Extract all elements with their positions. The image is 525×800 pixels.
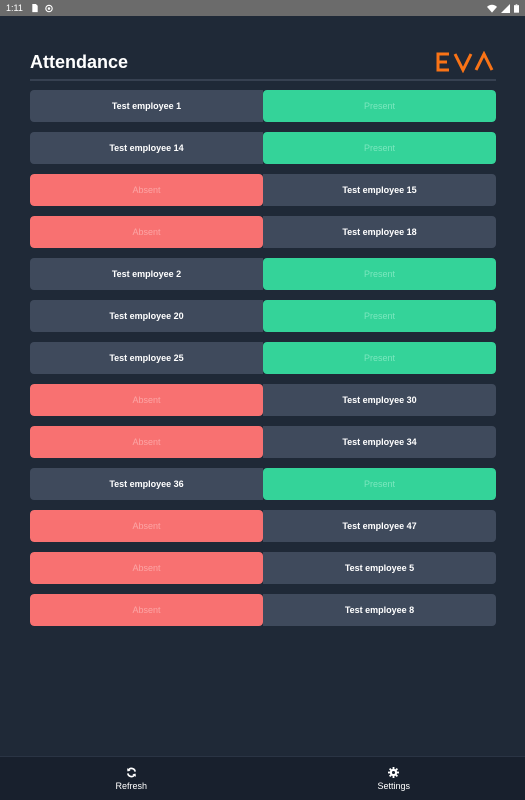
attendance-row[interactable]: Test employee 1 Present <box>30 90 496 122</box>
present-status[interactable]: Present <box>263 468 496 500</box>
employee-name: Test employee 18 <box>263 216 496 248</box>
header: Attendance <box>30 44 496 80</box>
absent-status[interactable]: Absent <box>30 384 263 416</box>
attendance-row[interactable]: Absent Test employee 5 <box>30 552 496 584</box>
refresh-label: Refresh <box>115 780 147 791</box>
refresh-icon <box>126 767 136 777</box>
app-screen: Attendance Test employee 1 Present Test em… <box>0 16 525 756</box>
employee-name: Test employee 15 <box>263 174 496 206</box>
employee-name: Test employee 8 <box>263 594 496 626</box>
bottom-navigation: Refresh Settings <box>0 756 525 800</box>
eva-logo <box>436 51 494 73</box>
status-right-icons <box>487 3 519 13</box>
present-status[interactable]: Present <box>263 300 496 332</box>
employee-name: Test employee 47 <box>263 510 496 542</box>
wifi-icon <box>487 4 497 13</box>
absent-status[interactable]: Absent <box>30 510 263 542</box>
employee-name: Test employee 20 <box>30 300 263 332</box>
attendance-row[interactable]: Absent Test employee 34 <box>30 426 496 458</box>
absent-status[interactable]: Absent <box>30 174 263 206</box>
attendance-row[interactable]: Test employee 14 Present <box>30 132 496 164</box>
attendance-row[interactable]: Test employee 25 Present <box>30 342 496 374</box>
absent-status[interactable]: Absent <box>30 216 263 248</box>
employee-name: Test employee 1 <box>30 90 263 122</box>
status-time: 1:11 <box>6 3 23 13</box>
employee-name: Test employee 36 <box>30 468 263 500</box>
settings-label: Settings <box>377 780 411 791</box>
attendance-row[interactable]: Absent Test employee 47 <box>30 510 496 542</box>
attendance-list: Test employee 1 Present Test employee 14 Pr… <box>30 90 496 636</box>
attendance-row[interactable]: Absent Test employee 30 <box>30 384 496 416</box>
settings-button[interactable]: Settings <box>263 757 525 800</box>
header-divider <box>30 79 496 81</box>
absent-status[interactable]: Absent <box>30 594 263 626</box>
employee-name: Test employee 34 <box>263 426 496 458</box>
status-bar: 1:11 <box>0 0 525 16</box>
employee-name: Test employee 25 <box>30 342 263 374</box>
signal-icon <box>501 3 510 13</box>
employee-name: Test employee 5 <box>263 552 496 584</box>
attendance-row[interactable]: Test employee 2 Present <box>30 258 496 290</box>
attendance-row[interactable]: Absent Test employee 18 <box>30 216 496 248</box>
present-status[interactable]: Present <box>263 90 496 122</box>
attendance-row[interactable]: Absent Test employee 8 <box>30 594 496 626</box>
employee-name: Test employee 14 <box>30 132 263 164</box>
battery-icon <box>514 3 519 13</box>
employee-name: Test employee 30 <box>263 384 496 416</box>
attendance-row[interactable]: Absent Test employee 15 <box>30 174 496 206</box>
absent-status[interactable]: Absent <box>30 552 263 584</box>
sim-card-icon <box>32 3 38 12</box>
refresh-button[interactable]: Refresh <box>0 757 263 800</box>
present-status[interactable]: Present <box>263 132 496 164</box>
attendance-row[interactable]: Test employee 20 Present <box>30 300 496 332</box>
gear-icon <box>388 766 400 778</box>
present-status[interactable]: Present <box>263 258 496 290</box>
page-title: Attendance <box>30 51 129 72</box>
present-status[interactable]: Present <box>263 342 496 374</box>
attendance-row[interactable]: Test employee 36 Present <box>30 468 496 500</box>
app-notification-icon <box>45 4 53 12</box>
absent-status[interactable]: Absent <box>30 426 263 458</box>
employee-name: Test employee 2 <box>30 258 263 290</box>
